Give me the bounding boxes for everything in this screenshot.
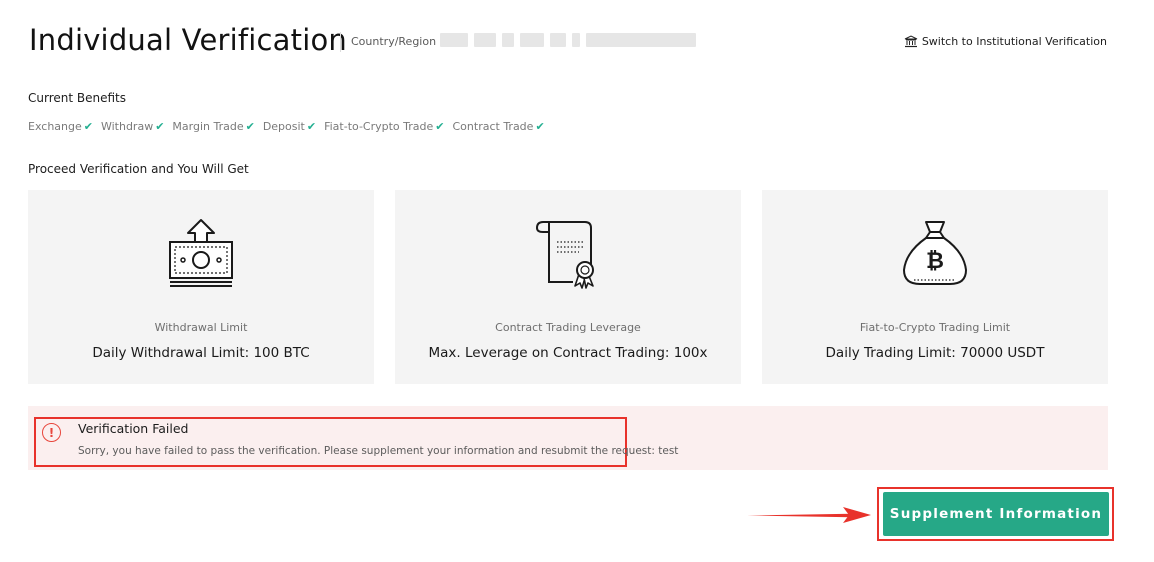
benefit-cards: Withdrawal Limit Daily Withdrawal Limit:… (28, 190, 1108, 384)
country-region-value-redacted (440, 33, 696, 47)
proceed-verification-title: Proceed Verification and You Will Get (28, 162, 249, 176)
check-icon: ✔ (435, 120, 445, 133)
pointer-arrow-icon (745, 504, 873, 530)
benefit-item: Withdraw ✔ (101, 120, 164, 133)
switch-institutional-link[interactable]: Switch to Institutional Verification (904, 35, 1107, 48)
benefit-label: Fiat-to-Crypto Trade (324, 120, 434, 133)
alert-message: Sorry, you have failed to pass the verif… (78, 445, 679, 457)
check-icon: ✔ (535, 120, 545, 133)
benefit-label: Deposit (262, 120, 305, 133)
fiat-trading-limit-card: ₿ Fiat-to-Crypto Trading Limit Daily Tra… (762, 190, 1108, 384)
withdrawal-limit-card: Withdrawal Limit Daily Withdrawal Limit:… (28, 190, 374, 384)
title-divider (340, 32, 341, 52)
card-value: Max. Leverage on Contract Trading: 100x (428, 345, 708, 361)
benefit-label: Contract Trade (452, 120, 534, 133)
card-caption: Withdrawal Limit (154, 321, 248, 334)
bitcoin-bag-icon: ₿ (900, 218, 970, 294)
switch-institutional-label: Switch to Institutional Verification (921, 35, 1107, 48)
check-icon: ✔ (83, 120, 93, 133)
supplement-information-button[interactable]: Supplement Information (883, 492, 1109, 536)
card-value: Daily Trading Limit: 70000 USDT (825, 345, 1045, 361)
svg-text:₿: ₿ (926, 249, 944, 274)
check-icon: ✔ (245, 120, 255, 133)
bank-icon (904, 35, 918, 48)
check-icon: ✔ (155, 120, 165, 133)
benefit-item: Contract Trade ✔ (453, 120, 545, 133)
certificate-icon (533, 218, 603, 294)
current-benefits-list: Exchange ✔ Withdraw ✔ Margin Trade ✔ Deposi… (28, 120, 545, 133)
current-benefits-title: Current Benefits (28, 91, 127, 105)
alert-title: Verification Failed (78, 421, 189, 436)
contract-leverage-card: Contract Trading Leverage Max. Leverage … (395, 190, 741, 384)
card-caption: Fiat-to-Crypto Trading Limit (859, 321, 1011, 334)
check-icon: ✔ (306, 120, 317, 133)
page-title: Individual Verification (29, 23, 347, 57)
withdraw-cash-icon (166, 218, 236, 294)
benefit-item: Margin Trade ✔ (172, 120, 254, 133)
error-icon: ! (42, 423, 61, 442)
benefit-label: Margin Trade (172, 120, 244, 133)
benefit-item: Exchange ✔ (28, 120, 93, 133)
benefit-label: Withdraw (100, 120, 154, 133)
country-region-label: Country/Region : (351, 35, 444, 48)
benefit-label: Exchange (28, 120, 82, 133)
benefit-item: Deposit ✔ (263, 120, 316, 133)
benefit-item: Fiat-to-Crypto Trade ✔ (324, 120, 444, 133)
card-value: Daily Withdrawal Limit: 100 BTC (92, 345, 310, 361)
card-caption: Contract Trading Leverage (495, 321, 641, 334)
